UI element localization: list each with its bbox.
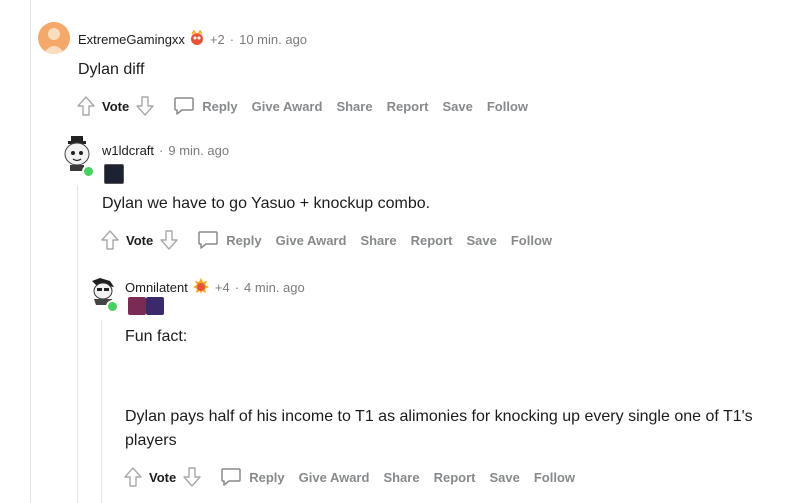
reply-button[interactable]: Reply [173,96,238,116]
comment-body: Dylan we have to go Yasuo + knockup comb… [102,195,431,212]
vote-label: Vote [149,469,177,485]
award-icon[interactable] [192,277,210,298]
avatar[interactable] [38,22,70,54]
flair-emoji-icon [128,297,146,315]
online-status-dot [82,165,95,178]
share-button[interactable]: Share [383,470,419,485]
comment-meta: Omnilatent +4 · 4 min. ago [125,277,305,298]
comment-actions: Vote Reply Give Award Share Report Save … [100,228,552,252]
downvote-button[interactable] [135,95,155,117]
upvote-button[interactable] [76,95,96,117]
downvote-button[interactable] [182,466,202,488]
downvote-arrow-icon [183,467,201,487]
follow-button[interactable]: Follow [534,470,575,485]
comment-bubble-icon [174,97,194,115]
thread-line-level-1[interactable] [77,185,78,503]
reply-label: Reply [249,469,285,485]
comment-body-line: Fun fact: [125,328,188,345]
timestamp[interactable]: 4 min. ago [244,280,305,295]
reply-button[interactable]: Reply [220,467,285,487]
save-button[interactable]: Save [442,99,472,114]
give-award-button[interactable]: Give Award [299,470,370,485]
vote-label: Vote [102,98,130,114]
comment-body-line: Dylan pays half of his income to T1 as a… [125,408,753,425]
comment-actions: Vote Reply Give Award Share Report Save … [76,94,528,118]
share-button[interactable]: Share [336,99,372,114]
save-button[interactable]: Save [466,233,496,248]
separator: · [229,32,235,47]
comment-bubble-icon [221,468,241,486]
online-status-dot [106,300,119,313]
upvote-arrow-icon [77,96,95,116]
thread-line-level-2[interactable] [101,320,102,503]
vote-label: Vote [126,232,154,248]
comment-meta: ExtremeGamingxx +2 · 10 min. ago [78,29,307,49]
award-count: +2 [209,32,225,47]
comment-body-line: players [125,432,177,449]
separator: · [159,143,164,158]
comment-meta: w1ldcraft · 9 min. ago [102,143,229,158]
flair-emoji-icon [146,297,164,315]
downvote-button[interactable] [159,229,179,251]
user-flair [104,164,124,184]
comment-actions: Vote Reply Give Award Share Report Save … [123,465,575,489]
follow-button[interactable]: Follow [511,233,552,248]
reply-button[interactable]: Reply [197,230,262,250]
report-button[interactable]: Report [434,470,476,485]
comment-body: Dylan diff [78,61,145,78]
downvote-arrow-icon [136,96,154,116]
report-button[interactable]: Report [387,99,429,114]
give-award-button[interactable]: Give Award [252,99,323,114]
follow-button[interactable]: Follow [487,99,528,114]
upvote-arrow-icon [124,467,142,487]
flair-emoji-icon [104,164,124,184]
timestamp[interactable]: 10 min. ago [239,32,307,47]
downvote-arrow-icon [160,230,178,250]
reply-label: Reply [202,98,238,114]
give-award-button[interactable]: Give Award [276,233,347,248]
separator: · [234,280,240,295]
username[interactable]: w1ldcraft [102,143,154,158]
share-button[interactable]: Share [360,233,396,248]
reply-label: Reply [226,232,262,248]
upvote-arrow-icon [101,230,119,250]
thread-line-level-0[interactable] [30,0,31,503]
username[interactable]: ExtremeGamingxx [78,32,185,47]
timestamp[interactable]: 9 min. ago [168,143,229,158]
comment-bubble-icon [198,231,218,249]
upvote-button[interactable] [123,466,143,488]
save-button[interactable]: Save [489,470,519,485]
report-button[interactable]: Report [411,233,453,248]
user-flair [128,297,164,315]
username[interactable]: Omnilatent [125,280,188,295]
award-count: +4 [214,280,230,295]
award-icon[interactable] [189,29,205,49]
upvote-button[interactable] [100,229,120,251]
